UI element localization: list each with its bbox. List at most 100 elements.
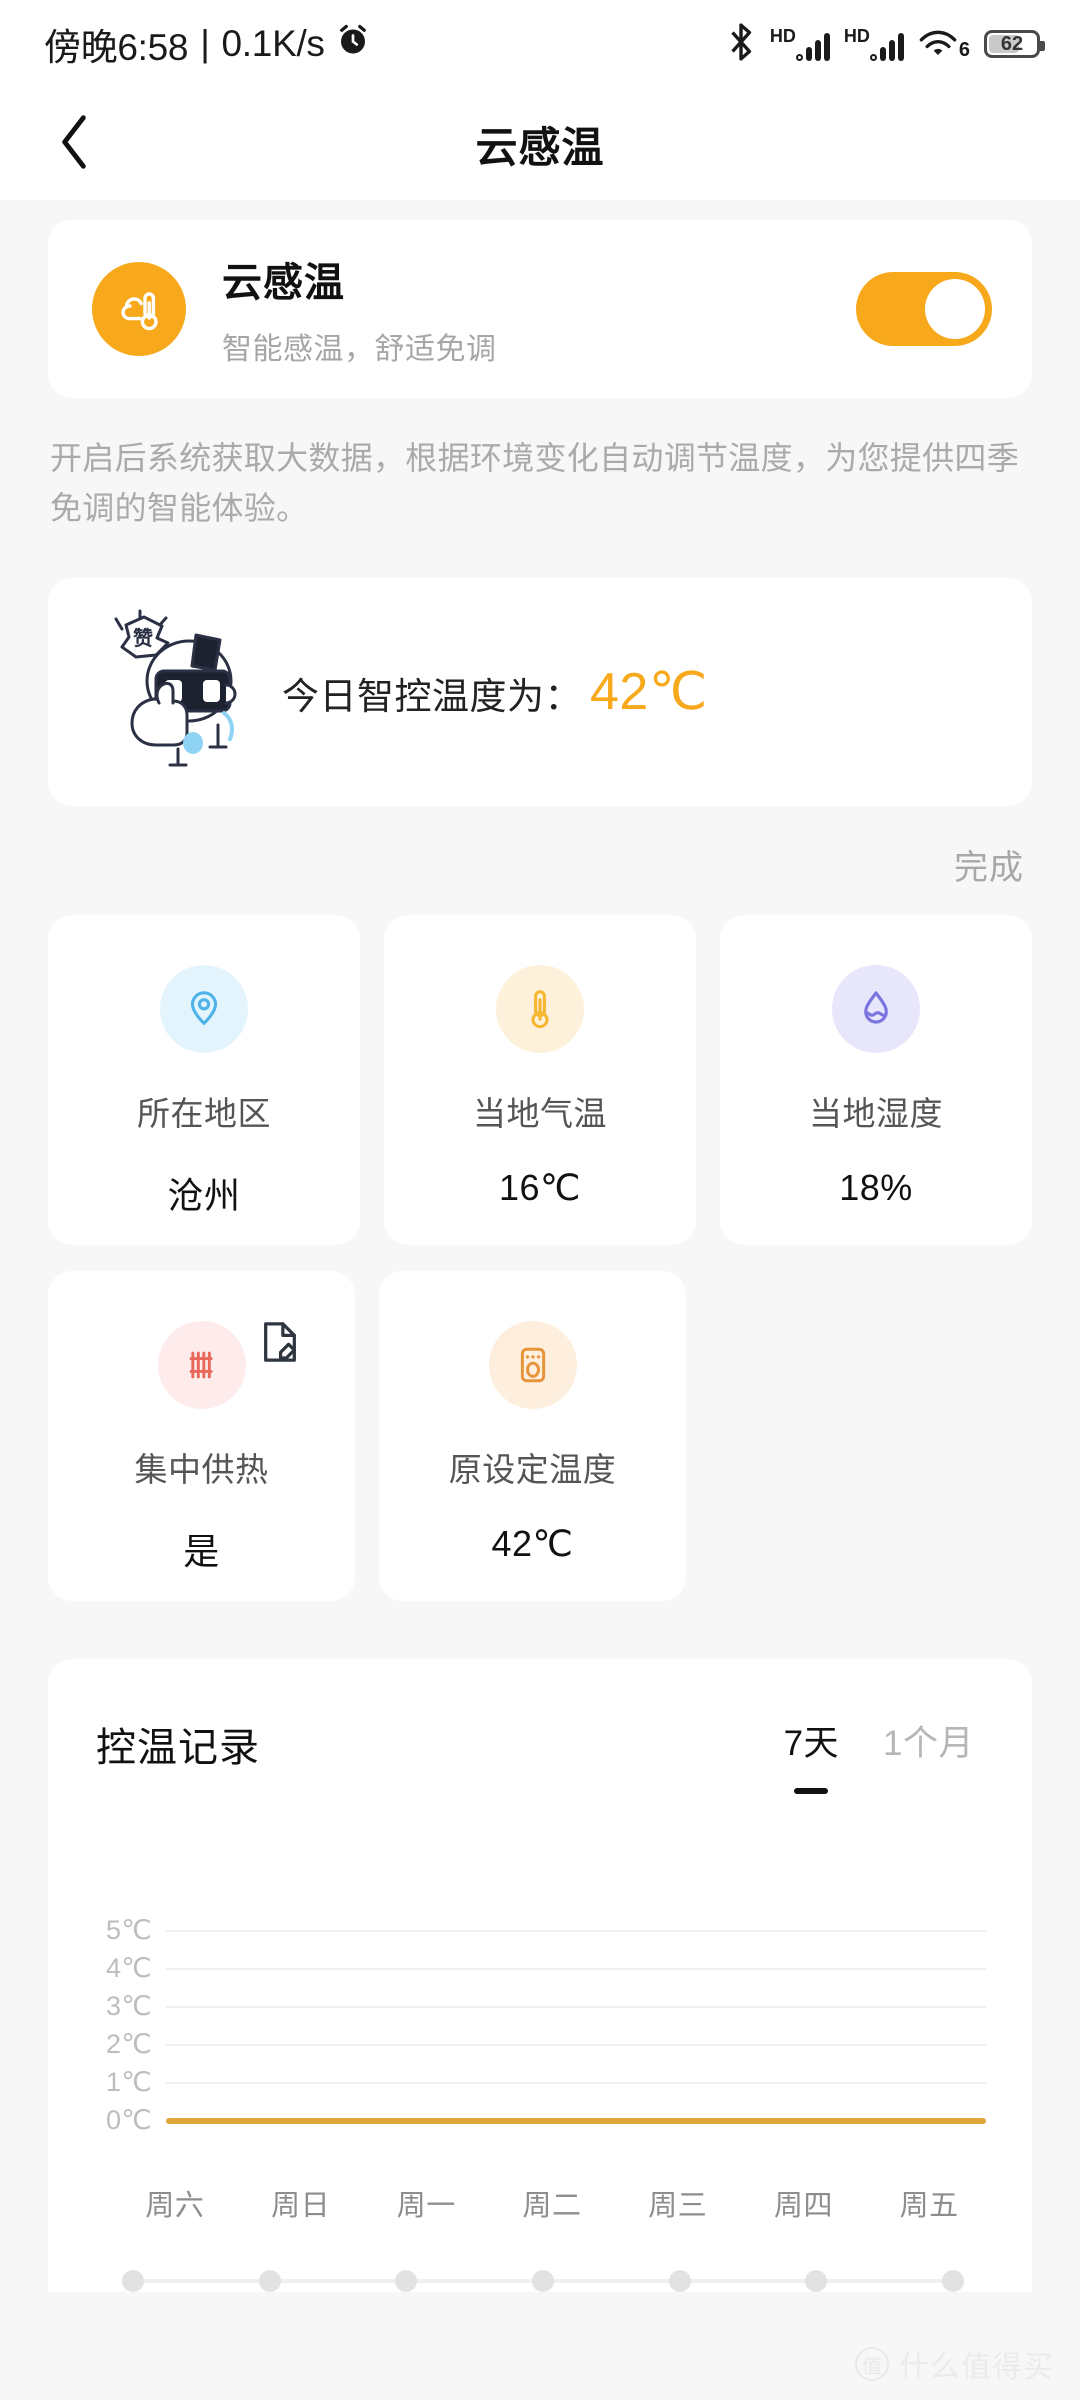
info-value: 18% bbox=[839, 1166, 913, 1208]
chart-gridline-row: 1℃ bbox=[48, 2064, 986, 2102]
watermark-logo-icon: 值 bbox=[855, 2347, 889, 2381]
tab-7-days[interactable]: 7天 bbox=[784, 1715, 839, 1794]
sim2-hd-label: HD bbox=[843, 26, 870, 46]
data-point[interactable] bbox=[395, 2269, 418, 2292]
chart-plot-area: 5℃ 4℃ 3℃ 2℃ 1℃ 0℃ bbox=[48, 1912, 1032, 2142]
status-time: 傍晚6:58 bbox=[44, 27, 189, 68]
wifi-icon: 6 bbox=[918, 28, 970, 60]
water-heater-icon bbox=[488, 1320, 577, 1409]
x-axis-tick: 周三 bbox=[648, 2189, 708, 2222]
chart-gridline-row: 3℃ bbox=[48, 1988, 986, 2026]
gridline bbox=[166, 1929, 986, 1932]
feature-toggle-switch[interactable] bbox=[856, 272, 992, 346]
info-label: 当地气温 bbox=[473, 1094, 607, 1132]
sim1-signal-icon: HD bbox=[770, 27, 830, 61]
document-edit-icon[interactable] bbox=[259, 1319, 301, 1370]
chevron-left-icon bbox=[52, 114, 96, 175]
info-card-region[interactable]: 所在地区 沧州 bbox=[48, 914, 360, 1245]
svg-text:赞: 赞 bbox=[132, 627, 153, 650]
gridline bbox=[166, 1967, 986, 1970]
toggle-knob bbox=[925, 279, 985, 339]
status-bar: 傍晚6:58 | 0.1K/s HD HD 6 62 bbox=[0, 0, 1080, 88]
app-screen: 傍晚6:58 | 0.1K/s HD HD 6 62 云感温 云感温 智能感温，… bbox=[0, 0, 1080, 2400]
battery-icon: 62 bbox=[984, 30, 1045, 58]
y-axis-tick: 2℃ bbox=[106, 2029, 152, 2060]
tab-1-month[interactable]: 1个月 bbox=[883, 1715, 974, 1766]
info-card-original-set-temperature[interactable]: 原设定温度 42℃ bbox=[379, 1270, 686, 1601]
y-axis-tick: 5℃ bbox=[106, 1915, 152, 1946]
feature-description: 开启后系统获取大数据，根据环境变化自动调节温度，为您提供四季免调的智能体验。 bbox=[50, 440, 1020, 526]
info-value: 42℃ bbox=[491, 1522, 574, 1564]
y-axis-tick: 0℃ bbox=[106, 2105, 152, 2136]
series-line-zero bbox=[166, 2117, 986, 2124]
y-axis-tick: 3℃ bbox=[106, 1991, 152, 2022]
data-point[interactable] bbox=[941, 2269, 964, 2292]
data-point[interactable] bbox=[122, 2269, 144, 2292]
alarm-clock-icon bbox=[335, 22, 371, 67]
data-point[interactable] bbox=[258, 2269, 281, 2292]
chart-point-axis bbox=[122, 2269, 964, 2292]
info-value: 16℃ bbox=[499, 1166, 581, 1208]
info-value: 沧州 bbox=[167, 1174, 241, 1216]
status-separator: | bbox=[200, 23, 210, 64]
info-label: 原设定温度 bbox=[448, 1450, 617, 1488]
today-temperature-value: 42℃ bbox=[590, 662, 708, 721]
feature-subtitle: 智能感温，舒适免调 bbox=[222, 333, 497, 366]
water-drop-icon bbox=[832, 964, 920, 1053]
chart-gridline-row: 4℃ bbox=[48, 1950, 986, 1988]
data-point[interactable] bbox=[805, 2269, 828, 2292]
radiator-icon bbox=[157, 1320, 246, 1409]
status-bar-left: 傍晚6:58 | 0.1K/s bbox=[44, 17, 371, 71]
done-row: 完成 bbox=[0, 806, 1080, 889]
info-grid-row-1: 所在地区 沧州 当地气温 16℃ 当地湿度 18% bbox=[48, 914, 1032, 1245]
chart-x-axis-labels: 周六 周日 周一 周二 周三 周四 周五 bbox=[112, 2182, 992, 2224]
watermark-text: 什么值得买 bbox=[899, 2351, 1054, 2384]
x-axis-tick: 周六 bbox=[145, 2189, 205, 2222]
chart-gridline-row: 2℃ bbox=[48, 2026, 986, 2064]
thermometer-icon bbox=[496, 964, 584, 1053]
nav-bar: 云感温 bbox=[0, 88, 1080, 200]
location-pin-icon bbox=[160, 964, 248, 1053]
info-label: 集中供热 bbox=[134, 1450, 269, 1488]
today-temperature-line: 今日智控温度为： 42℃ bbox=[282, 662, 708, 722]
info-label: 当地湿度 bbox=[809, 1094, 943, 1132]
info-card-central-heating[interactable]: 集中供热 是 bbox=[48, 1270, 355, 1601]
done-button[interactable]: 完成 bbox=[954, 840, 1024, 889]
status-bar-right: HD HD 6 62 bbox=[726, 22, 1045, 66]
info-grid-row-2: 集中供热 是 原设定温度 42℃ bbox=[48, 1270, 1032, 1601]
info-value: 是 bbox=[183, 1530, 220, 1572]
page-title: 云感温 bbox=[475, 123, 605, 171]
info-label: 所在地区 bbox=[137, 1094, 271, 1132]
chart-gridline-row: 5℃ bbox=[48, 1912, 986, 1950]
today-temperature-card: 赞 今日智控温度为： 42℃ bbox=[48, 577, 1032, 806]
tab-label: 1个月 bbox=[883, 1723, 974, 1763]
bluetooth-icon bbox=[726, 22, 756, 66]
data-point[interactable] bbox=[531, 2269, 554, 2292]
temperature-record-chart-card: 控温记录 7天 1个月 5℃ 4℃ 3℃ 2℃ 1℃ 0℃ 周六 周日 周一 周… bbox=[48, 1658, 1032, 2292]
feature-text-block: 云感温 智能感温，舒适免调 bbox=[222, 250, 856, 368]
chart-title: 控温记录 bbox=[96, 1725, 260, 1770]
watermark: 值 什么值得买 bbox=[855, 2342, 1054, 2386]
info-card-local-humidity[interactable]: 当地湿度 18% bbox=[720, 914, 1032, 1245]
sim2-signal-icon: HD bbox=[844, 27, 904, 61]
today-temperature-label: 今日智控温度为： bbox=[282, 675, 582, 717]
tab-active-underline bbox=[794, 1787, 829, 1794]
x-axis-tick: 周二 bbox=[522, 2189, 582, 2222]
info-card-local-temperature[interactable]: 当地气温 16℃ bbox=[384, 914, 696, 1245]
x-axis-tick: 周日 bbox=[271, 2189, 331, 2222]
chart-header: 控温记录 7天 1个月 bbox=[48, 1659, 1032, 1794]
page-content: 云感温 智能感温，舒适免调 开启后系统获取大数据，根据环境变化自动调节温度，为您… bbox=[0, 220, 1080, 2292]
thermometer-cloud-icon bbox=[92, 262, 186, 356]
chart-series-line-row: 0℃ bbox=[48, 2102, 986, 2140]
feature-toggle-card[interactable]: 云感温 智能感温，舒适免调 bbox=[48, 220, 1032, 398]
x-axis-tick: 周一 bbox=[396, 2189, 456, 2222]
data-point[interactable] bbox=[668, 2269, 691, 2292]
feature-title: 云感温 bbox=[222, 261, 345, 305]
y-axis-tick: 1℃ bbox=[106, 2067, 152, 2098]
back-button[interactable] bbox=[34, 104, 114, 184]
battery-level-label: 62 bbox=[1000, 33, 1024, 55]
tab-label: 7天 bbox=[783, 1723, 840, 1763]
x-axis-tick: 周四 bbox=[773, 2189, 833, 2222]
point-axis-dots bbox=[122, 2269, 964, 2292]
status-netspeed: 0.1K/s bbox=[221, 23, 325, 64]
